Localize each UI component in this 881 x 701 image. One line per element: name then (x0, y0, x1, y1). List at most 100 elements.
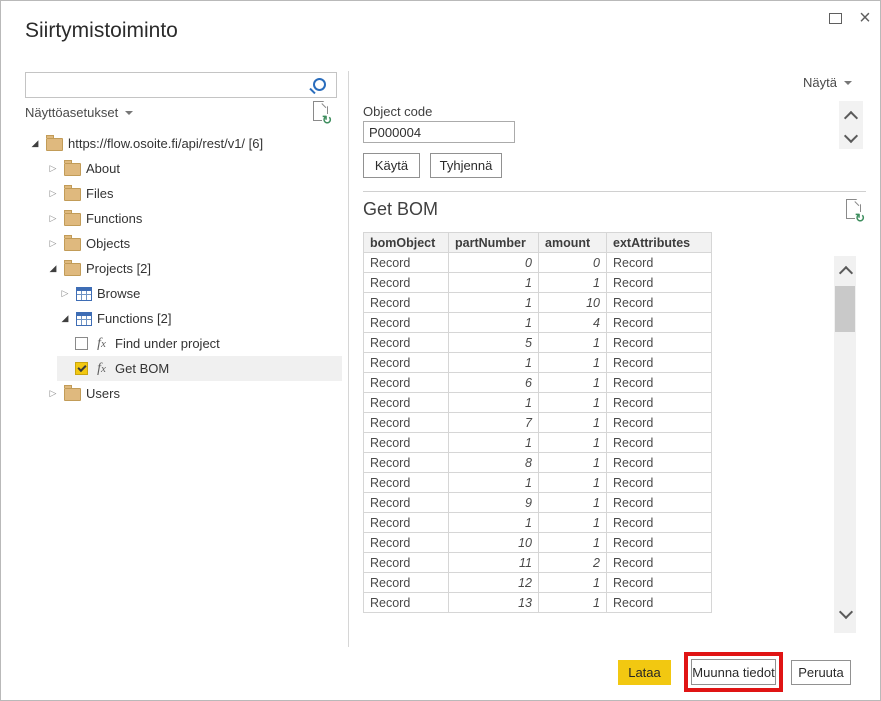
refresh-icon: ↻ (322, 114, 332, 126)
table-cell: 1 (539, 333, 607, 353)
close-button[interactable]: × (853, 7, 877, 29)
folder-icon (64, 263, 81, 276)
tree-item-label: Functions (86, 211, 142, 226)
tree-item-files[interactable]: ▷ Files (21, 181, 346, 206)
table-cell: 1 (449, 393, 539, 413)
table-row: Record61Record (364, 373, 712, 393)
folder-icon (64, 163, 81, 176)
folder-icon (64, 188, 81, 201)
tree-item-label: Files (86, 186, 113, 201)
tree-item-about[interactable]: ▷ About (21, 156, 346, 181)
chevron-down-icon (125, 111, 133, 115)
table-cell: 1 (449, 473, 539, 493)
table-cell: Record (364, 493, 449, 513)
cancel-button[interactable]: Peruuta (791, 660, 851, 685)
table-header: bomObject partNumber amount extAttribute… (364, 233, 712, 253)
tree-item-functions[interactable]: ▷ Functions (21, 206, 346, 231)
search-box[interactable] (25, 72, 337, 98)
pane-divider (348, 71, 349, 647)
clear-button[interactable]: Tyhjennä (430, 153, 502, 178)
function-icon: fx (93, 337, 110, 351)
apply-button[interactable]: Käytä (363, 153, 420, 178)
tree-item-projects[interactable]: ◢ Projects [2] (21, 256, 346, 281)
table-cell: 5 (449, 333, 539, 353)
scroll-up-button[interactable] (844, 111, 858, 125)
table-cell: 1 (539, 453, 607, 473)
table-cell: 1 (539, 273, 607, 293)
table-row: Record131Record (364, 593, 712, 613)
expander-collapsed-icon[interactable]: ▷ (47, 239, 59, 248)
table-row: Record101Record (364, 533, 712, 553)
table-cell: Record (364, 393, 449, 413)
table-cell: 1 (449, 353, 539, 373)
table-cell: Record (607, 573, 712, 593)
tree-item-users[interactable]: ▷ Users (21, 381, 346, 406)
chevron-down-icon (844, 81, 852, 85)
checkbox-checked[interactable] (75, 362, 88, 375)
transform-data-button[interactable]: Muunna tiedot (691, 659, 776, 685)
tree-item-label: https://flow.osoite.fi/api/rest/v1/ [6] (68, 136, 263, 151)
checkbox-unchecked[interactable] (75, 337, 88, 350)
table-cell: 12 (449, 573, 539, 593)
folder-icon (46, 138, 63, 151)
table-row: Record00Record (364, 253, 712, 273)
refresh-preview-button[interactable]: ↻ (313, 101, 330, 123)
maximize-button[interactable] (823, 7, 847, 29)
expander-expanded-icon[interactable]: ◢ (47, 264, 59, 273)
expander-collapsed-icon[interactable]: ▷ (59, 289, 71, 298)
close-icon: × (859, 8, 871, 28)
table-cell: Record (607, 313, 712, 333)
tree-item-functions-2[interactable]: ◢ Functions [2] (21, 306, 346, 331)
table-cell: Record (364, 413, 449, 433)
table-row: Record11Record (364, 513, 712, 533)
table-icon (76, 312, 92, 326)
refresh-table-button[interactable]: ↻ (846, 199, 863, 221)
scrollbar-down-icon[interactable] (839, 605, 853, 619)
expander-expanded-icon[interactable]: ◢ (29, 139, 41, 148)
tree-item-find-under-project[interactable]: fx Find under project (21, 331, 346, 356)
bom-table-body: Record00RecordRecord11RecordRecord110Rec… (364, 253, 712, 613)
load-button[interactable]: Lataa (618, 660, 671, 685)
table-cell: 7 (449, 413, 539, 433)
table-cell: 4 (539, 313, 607, 333)
object-code-input[interactable] (363, 121, 515, 143)
tree-item-objects[interactable]: ▷ Objects (21, 231, 346, 256)
table-cell: Record (364, 433, 449, 453)
table-cell: Record (364, 513, 449, 533)
table-cell: 10 (449, 533, 539, 553)
table-cell: 11 (449, 553, 539, 573)
table-cell: 8 (449, 453, 539, 473)
expander-collapsed-icon[interactable]: ▷ (47, 389, 59, 398)
expander-collapsed-icon[interactable]: ▷ (47, 189, 59, 198)
expander-expanded-icon[interactable]: ◢ (59, 314, 71, 323)
tree-item-get-bom[interactable]: fx Get BOM (21, 356, 346, 381)
tree-item-label: Functions [2] (97, 311, 171, 326)
table-cell: Record (607, 553, 712, 573)
table-cell: 1 (449, 293, 539, 313)
table-cell: 1 (449, 433, 539, 453)
show-dropdown[interactable]: Näytä (803, 75, 852, 90)
tree-item-label: Get BOM (115, 361, 169, 376)
object-code-label: Object code (363, 104, 432, 119)
search-input[interactable] (32, 75, 316, 97)
scrollbar-thumb[interactable] (835, 286, 855, 332)
tree-item-label: Projects [2] (86, 261, 151, 276)
table-scrollbar[interactable] (834, 256, 856, 633)
tree-item-root[interactable]: ◢ https://flow.osoite.fi/api/rest/v1/ [6… (21, 131, 346, 156)
tree-item-browse[interactable]: ▷ Browse (21, 281, 346, 306)
column-header: extAttributes (607, 233, 712, 253)
expander-collapsed-icon[interactable]: ▷ (47, 214, 59, 223)
scroll-down-button[interactable] (844, 129, 858, 143)
table-cell: Record (607, 473, 712, 493)
table-row: Record121Record (364, 573, 712, 593)
table-cell: 1 (539, 473, 607, 493)
table-cell: Record (607, 333, 712, 353)
display-options-dropdown[interactable]: Näyttöasetukset (25, 105, 133, 120)
expander-collapsed-icon[interactable]: ▷ (47, 164, 59, 173)
refresh-icon: ↻ (855, 212, 865, 224)
scrollbar-up-icon[interactable] (839, 266, 853, 280)
folder-icon (64, 238, 81, 251)
search-icon[interactable] (313, 78, 326, 91)
tree-item-label: Find under project (115, 336, 220, 351)
table-cell: Record (364, 453, 449, 473)
